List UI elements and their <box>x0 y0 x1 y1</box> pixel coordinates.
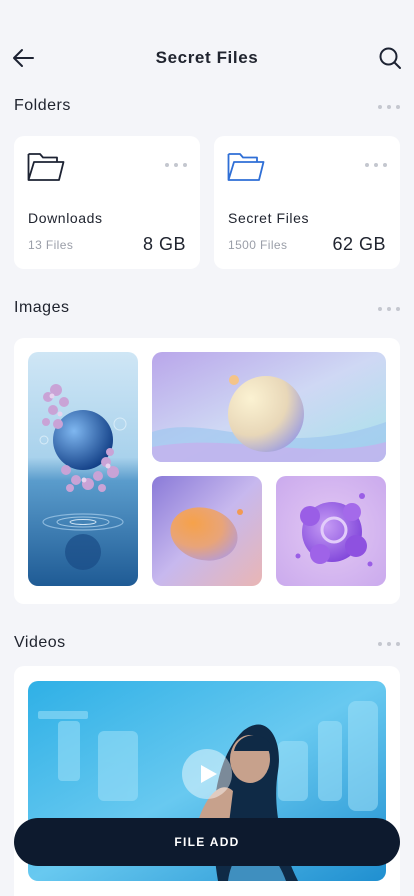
dot-icon <box>387 307 391 311</box>
pastel-sphere-image[interactable] <box>152 352 386 462</box>
dot-icon <box>183 163 187 167</box>
folders-more-button[interactable] <box>378 102 400 112</box>
folder-name: Downloads <box>28 210 103 226</box>
dot-icon <box>174 163 178 167</box>
folder-size: 8 GB <box>142 234 186 254</box>
page-title: Secret Files <box>155 48 259 67</box>
orange-egg-image[interactable] <box>152 476 262 586</box>
search-button[interactable] <box>376 44 404 72</box>
play-icon <box>201 765 217 783</box>
folder-size: 62 GB <box>332 234 386 254</box>
dot-icon <box>383 163 387 167</box>
floral-sphere-image[interactable] <box>28 352 138 586</box>
folder-more-button[interactable] <box>365 160 387 170</box>
dot-icon <box>378 307 382 311</box>
dot-icon <box>165 163 169 167</box>
folder-name: Secret Files <box>228 210 310 226</box>
dot-icon <box>396 105 400 109</box>
folder-icon <box>227 153 265 181</box>
search-icon <box>379 47 401 69</box>
dot-icon <box>378 105 382 109</box>
videos-section-title: Videos <box>14 634 66 651</box>
purple-blob-image[interactable] <box>276 476 386 586</box>
images-more-button[interactable] <box>378 304 400 314</box>
dot-icon <box>387 105 391 109</box>
videos-more-button[interactable] <box>378 639 400 649</box>
dot-icon <box>365 163 369 167</box>
folder-card-downloads[interactable]: Downloads 13 Files 8 GB <box>14 136 200 269</box>
folders-section-title: Folders <box>14 97 71 114</box>
folder-file-count: 1500 Files <box>228 238 288 252</box>
dot-icon <box>378 642 382 646</box>
header: Secret Files <box>0 36 414 80</box>
folder-more-button[interactable] <box>165 160 187 170</box>
folder-file-count: 13 Files <box>28 238 74 252</box>
dot-icon <box>396 307 400 311</box>
images-section-title: Images <box>14 299 70 316</box>
dot-icon <box>396 642 400 646</box>
file-add-button[interactable]: FILE ADD <box>14 818 400 866</box>
dot-icon <box>387 642 391 646</box>
images-card <box>14 338 400 604</box>
folder-icon <box>27 153 65 181</box>
folder-card-secret-files[interactable]: Secret Files 1500 Files 62 GB <box>214 136 400 269</box>
dot-icon <box>374 163 378 167</box>
play-button[interactable] <box>182 749 232 799</box>
